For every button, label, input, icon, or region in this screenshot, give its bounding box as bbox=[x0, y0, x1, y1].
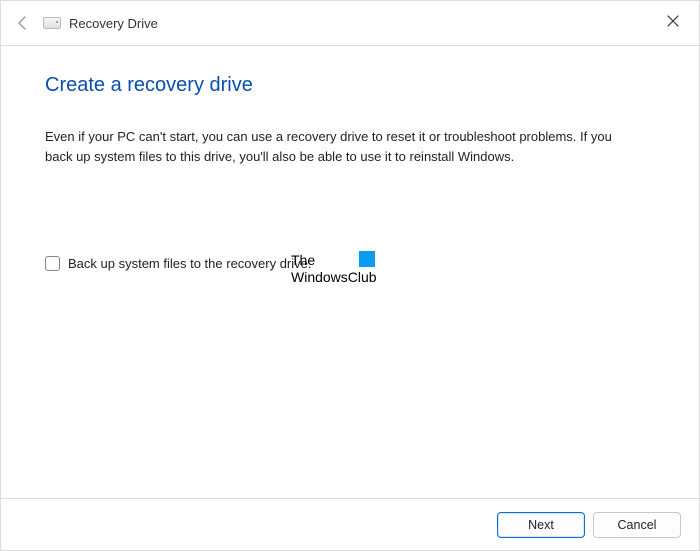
next-button[interactable]: Next bbox=[497, 512, 585, 538]
backup-checkbox-label: Back up system files to the recovery dri… bbox=[68, 256, 311, 271]
drive-icon bbox=[43, 17, 61, 29]
back-arrow-icon[interactable] bbox=[13, 13, 33, 33]
watermark-line2: WindowsClub bbox=[291, 269, 377, 285]
backup-checkbox[interactable] bbox=[45, 256, 60, 271]
close-button[interactable] bbox=[661, 9, 685, 33]
cancel-button[interactable]: Cancel bbox=[593, 512, 681, 538]
page-heading: Create a recovery drive bbox=[45, 74, 655, 97]
watermark-line1: The bbox=[291, 252, 315, 268]
footer: Next Cancel bbox=[1, 498, 699, 550]
window-title: Recovery Drive bbox=[69, 16, 158, 31]
content-area: Create a recovery drive Even if your PC … bbox=[1, 46, 699, 271]
watermark-text: The WindowsClub bbox=[291, 252, 377, 286]
titlebar: Recovery Drive bbox=[1, 1, 699, 45]
description-text: Even if your PC can't start, you can use… bbox=[45, 127, 635, 166]
